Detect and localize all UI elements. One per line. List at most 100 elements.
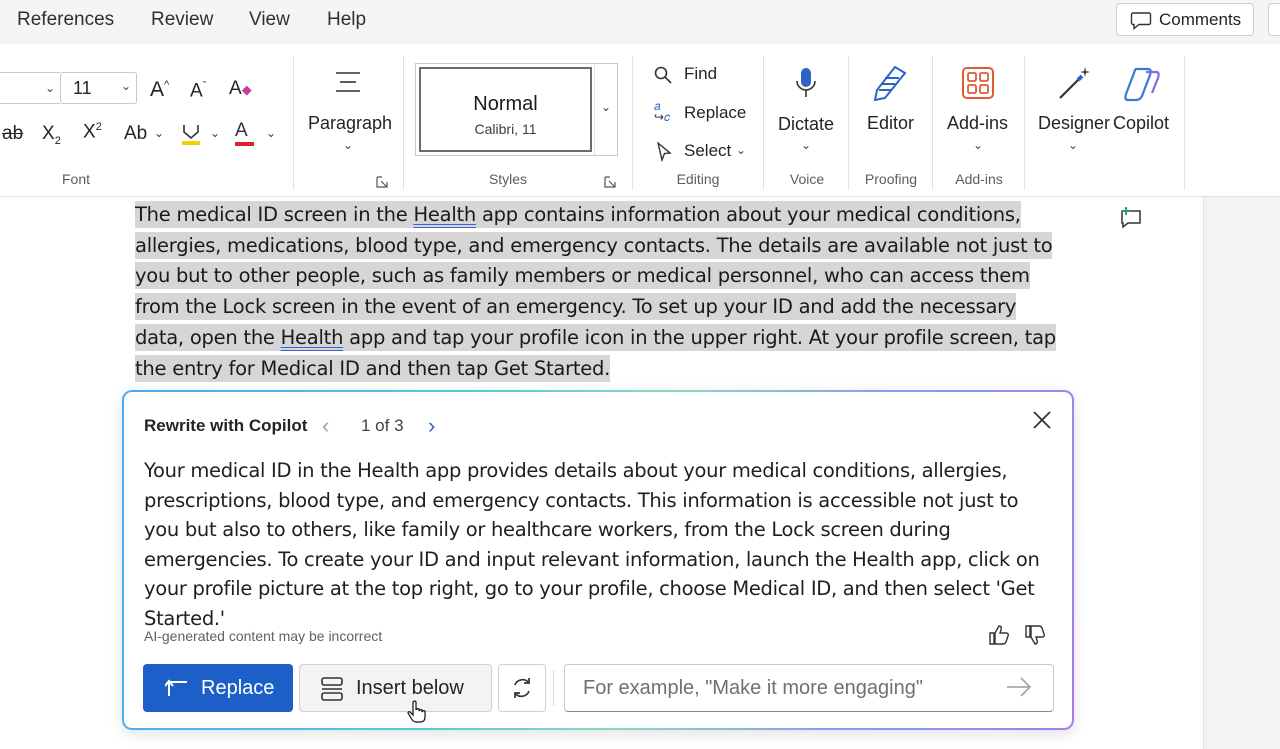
insert-below-label: Insert below (356, 677, 464, 699)
comments-button[interactable]: Comments (1116, 3, 1254, 36)
card-title: Rewrite with Copilot (144, 416, 308, 435)
thumbs-down-icon[interactable] (1024, 624, 1046, 651)
menu-help[interactable]: Help (327, 9, 366, 31)
group-separator (932, 56, 933, 190)
menu-bar: References Review View Help Comments (0, 0, 1280, 44)
side-pane (1203, 197, 1280, 749)
ai-disclaimer: AI-generated content may be incorrect (144, 628, 383, 644)
dictate-button[interactable]: Dictate (778, 114, 834, 135)
font-size-dropdown[interactable]: 11 ⌄ (60, 72, 137, 104)
proofing-group-label: Proofing (864, 171, 918, 187)
replace-arrow-icon (165, 679, 187, 696)
chevron-down-icon: ⌄ (121, 79, 132, 93)
add-ins-button[interactable]: Add-ins (947, 113, 1008, 134)
editor-pen-icon[interactable] (871, 64, 909, 107)
rewrite-prompt-input[interactable] (564, 664, 1054, 712)
group-separator (632, 56, 633, 190)
style-name: Normal (473, 93, 538, 115)
strikethrough-icon[interactable]: ab (2, 123, 23, 145)
chevron-down-icon[interactable]: ⌄ (801, 138, 811, 152)
styles-expand-button[interactable]: ⌄ (594, 64, 618, 155)
search-icon (654, 66, 672, 84)
proofing-flag-health[interactable]: Health (281, 326, 344, 349)
hand-pointer-cursor-icon (407, 700, 427, 729)
copilot-button[interactable]: Copilot (1113, 113, 1169, 134)
thumbs-up-icon[interactable] (988, 624, 1010, 651)
chevron-down-icon[interactable]: ⌄ (973, 138, 983, 152)
add-ins-group-label: Add-ins (955, 171, 1003, 187)
styles-group-label: Styles (488, 171, 528, 187)
chevron-down-icon[interactable]: ⌄ (343, 138, 353, 152)
shrink-font-icon[interactable]: Aˇ (190, 80, 206, 102)
menu-review[interactable]: Review (151, 9, 213, 31)
microphone-icon[interactable] (794, 66, 818, 105)
regenerate-button[interactable] (498, 664, 546, 712)
rewrite-suggestion-text: Your medical ID in the Health app provid… (144, 459, 1040, 630)
add-ins-icon[interactable] (961, 66, 995, 105)
menu-references[interactable]: References (17, 9, 114, 31)
replace-button[interactable]: Replace (143, 664, 293, 712)
share-button[interactable] (1268, 3, 1280, 36)
version-counter: 1 of 3 (361, 416, 404, 435)
replace-icon: 𝑎 ↪𝑐 (654, 99, 671, 124)
subscript-icon[interactable]: X2 (42, 123, 61, 147)
ribbon: ⌄ 11 ⌄ A^ Aˇ A◆ ab X2 X2 Ab ⌄ ⌄ A ⌄ Font… (0, 44, 1280, 197)
chevron-down-icon[interactable]: ⌄ (266, 126, 276, 140)
editor-button[interactable]: Editor (867, 113, 914, 134)
insert-below-icon (321, 677, 343, 701)
paragraph-dialog-launcher-icon[interactable] (376, 175, 388, 188)
group-separator (403, 56, 404, 190)
paragraph-icon[interactable] (334, 70, 362, 99)
comment-icon (1130, 12, 1152, 30)
send-arrow-icon[interactable] (1006, 676, 1032, 703)
chevron-down-icon[interactable]: ⌄ (1068, 138, 1078, 152)
previous-version-chevron-left-icon[interactable]: ‹ (322, 413, 329, 439)
style-font: Calibri, 11 (474, 121, 537, 137)
menu-view[interactable]: View (249, 9, 290, 31)
paragraph-button[interactable]: Paragraph (308, 113, 392, 134)
select-button[interactable]: Select ⌄ (652, 139, 752, 167)
superscript-icon[interactable]: X2 (83, 121, 102, 143)
group-separator (763, 56, 764, 190)
select-label: Select (684, 141, 732, 160)
highlight-icon[interactable] (180, 122, 202, 151)
rewrite-with-copilot-card: Rewrite with Copilot ‹ 1 of 3 › Your med… (122, 390, 1074, 730)
font-name-dropdown[interactable]: ⌄ (0, 72, 60, 104)
change-case-icon[interactable]: Ab (124, 123, 147, 145)
chevron-down-icon: ⌄ (45, 81, 56, 95)
replace-label: Replace (684, 103, 747, 122)
clear-formatting-icon[interactable]: A◆ (229, 78, 252, 100)
close-icon[interactable] (1030, 408, 1054, 432)
voice-group-label: Voice (789, 171, 825, 187)
copilot-icon[interactable] (1122, 66, 1162, 107)
chevron-down-icon[interactable]: ⌄ (210, 126, 220, 140)
find-button[interactable]: Find (652, 62, 752, 90)
replace-button[interactable]: 𝑎 ↪𝑐 Replace (652, 99, 752, 129)
styles-gallery[interactable]: Normal Calibri, 11 ⌄ (415, 63, 618, 156)
button-divider (553, 670, 554, 706)
add-comment-icon[interactable] (1118, 206, 1144, 235)
refresh-icon (514, 678, 530, 698)
designer-wand-icon[interactable] (1056, 64, 1094, 107)
find-label: Find (684, 64, 718, 83)
styles-dialog-launcher-icon[interactable] (604, 175, 616, 188)
selected-paragraph[interactable]: The medical ID screen in the Health app … (135, 200, 1065, 384)
insert-below-button[interactable]: Insert below (299, 664, 492, 712)
paragraph-text: The medical ID screen in the (135, 203, 414, 226)
font-size-value: 11 (73, 78, 92, 98)
next-version-chevron-right-icon[interactable]: › (428, 413, 435, 439)
comments-label: Comments (1159, 10, 1242, 29)
cursor-select-icon (657, 142, 672, 162)
replace-label: Replace (201, 677, 275, 699)
chevron-down-icon: ⌄ (601, 100, 612, 114)
editing-group-label: Editing (676, 171, 720, 187)
style-normal[interactable]: Normal Calibri, 11 (419, 67, 592, 152)
chevron-down-icon[interactable]: ⌄ (154, 126, 164, 140)
chevron-down-icon: ⌄ (736, 143, 747, 157)
designer-button[interactable]: Designer (1038, 113, 1110, 134)
group-separator (848, 56, 849, 190)
proofing-flag-health[interactable]: Health (413, 203, 476, 226)
font-group-label: Font (61, 171, 90, 187)
group-separator (1184, 56, 1185, 190)
grow-font-icon[interactable]: A^ (150, 78, 169, 102)
